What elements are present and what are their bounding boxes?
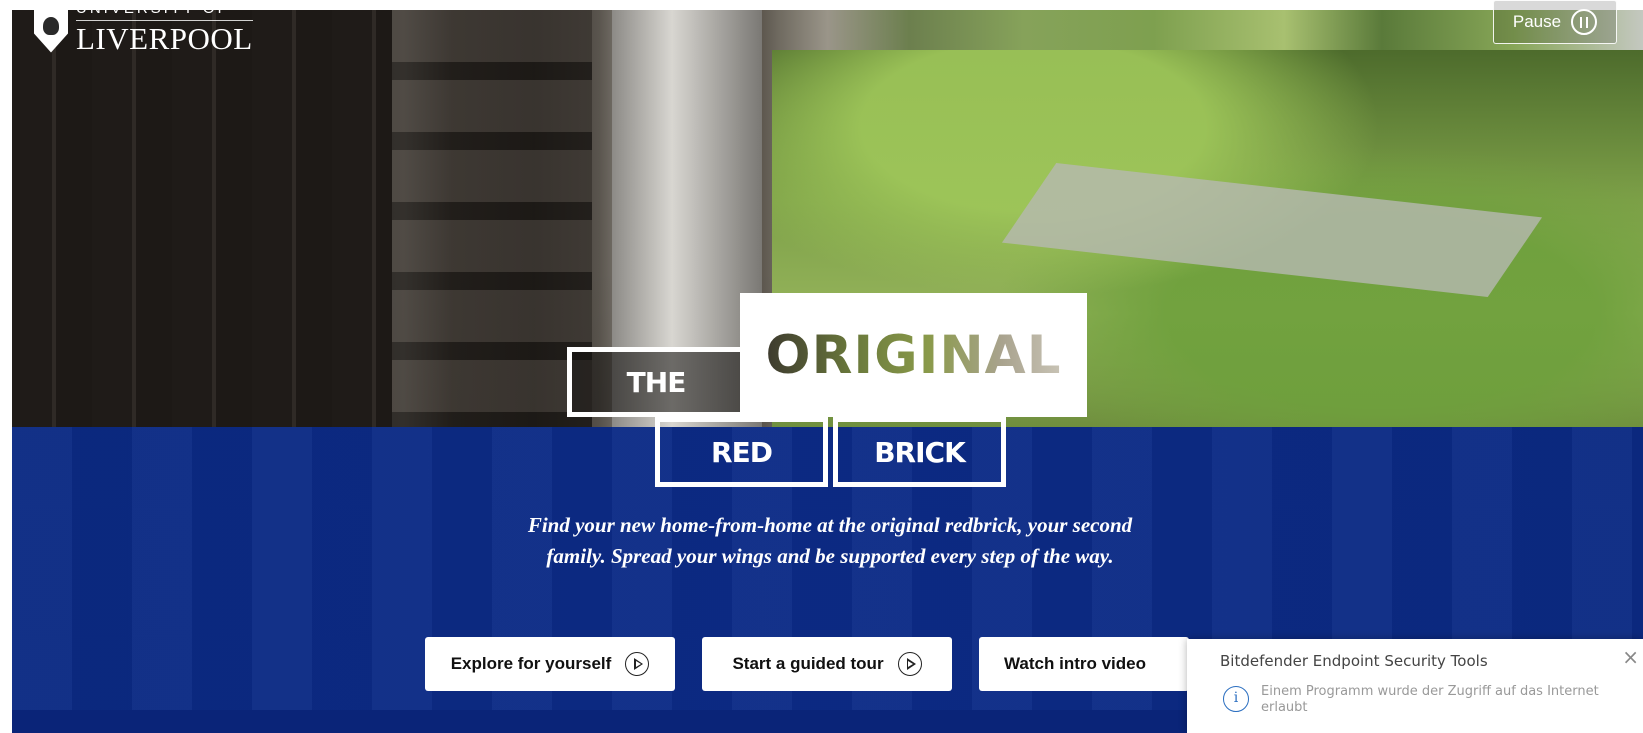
guided-tour-button[interactable]: Start a guided tour: [702, 637, 952, 691]
title-word-brick: BRICK: [833, 417, 1006, 487]
pause-icon: [1571, 9, 1598, 35]
logo-line-1: UNIVERSITY OF: [76, 1, 253, 21]
pause-button[interactable]: Pause: [1493, 0, 1617, 44]
photo-building-middle: [392, 10, 592, 427]
explore-button-label: Explore for yourself: [450, 654, 612, 673]
university-logo[interactable]: UNIVERSITY OF LIVERPOOL: [34, 0, 253, 55]
logo-line-2: LIVERPOOL: [76, 21, 253, 56]
security-notification[interactable]: Bitdefender Endpoint Security Tools × i …: [1187, 639, 1643, 733]
notification-title: Bitdefender Endpoint Security Tools: [1220, 652, 1488, 670]
intro-video-button[interactable]: Watch intro video: [979, 637, 1189, 691]
title-word-red: RED: [655, 417, 828, 487]
intro-video-button-label: Watch intro video: [1004, 654, 1146, 673]
logo-text: UNIVERSITY OF LIVERPOOL: [76, 1, 253, 54]
photo-building-left: [12, 10, 392, 427]
crest-icon: [34, 2, 68, 53]
play-circle-icon: [625, 652, 650, 676]
guided-tour-button-label: Start a guided tour: [732, 654, 884, 673]
notification-message: Einem Programm wurde der Zugriff auf das…: [1261, 684, 1599, 715]
title-original-text: ORIGINAL: [765, 324, 1062, 386]
pause-button-label: Pause: [1512, 12, 1562, 31]
info-icon: i: [1223, 686, 1249, 712]
play-circle-icon: [897, 652, 922, 676]
title-word-the: THE: [567, 347, 740, 417]
title-word-original: ORIGINAL: [740, 293, 1087, 417]
explore-button[interactable]: Explore for yourself: [425, 637, 675, 691]
hero-tagline: Find your new home-from-home at the orig…: [527, 513, 1133, 568]
close-icon[interactable]: ×: [1622, 647, 1639, 667]
